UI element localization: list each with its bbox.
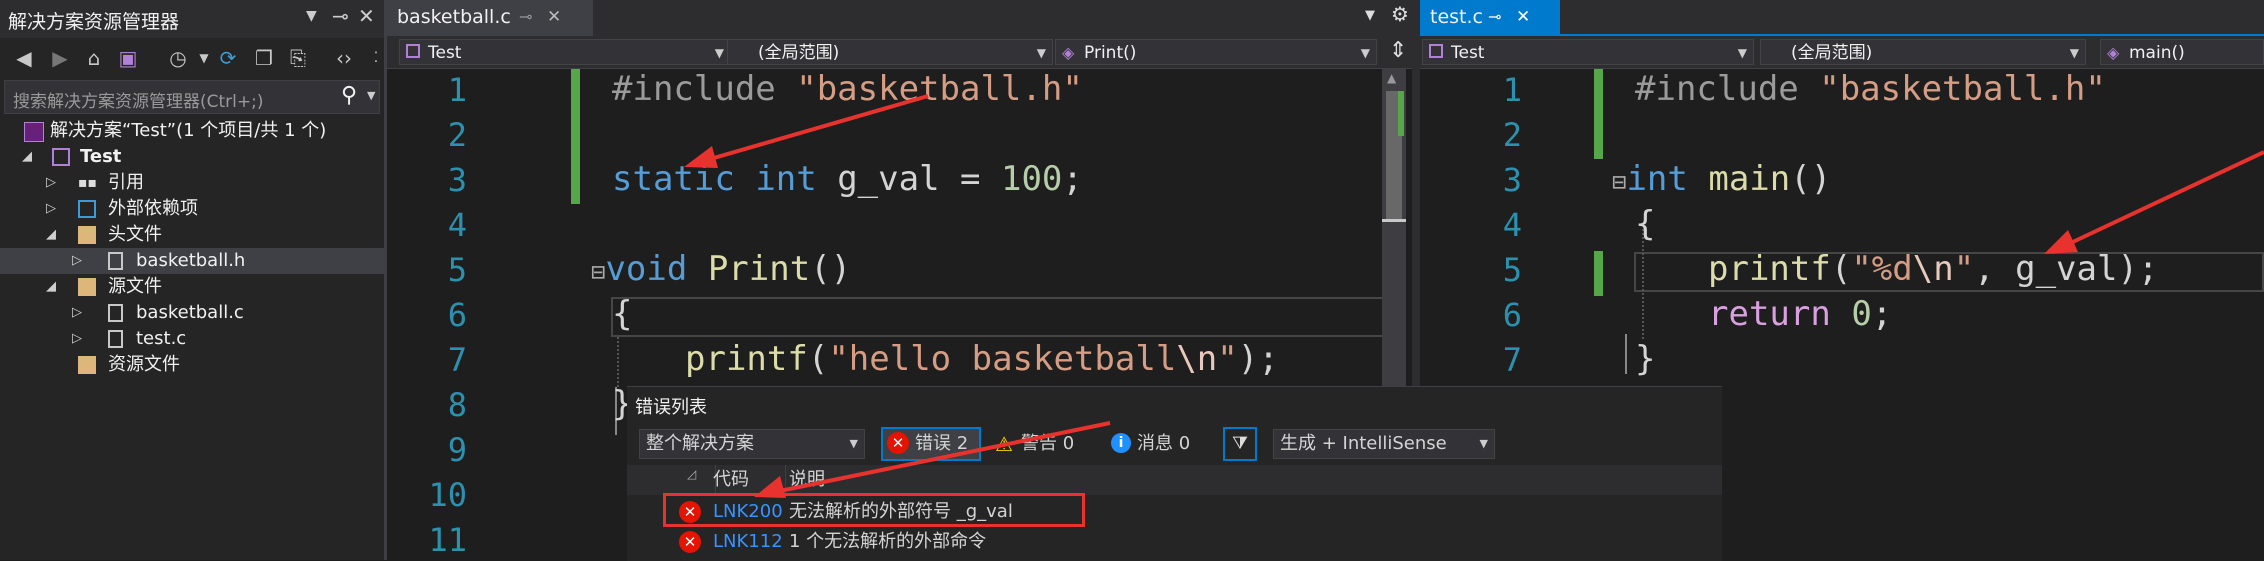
arrow-to-g-val: [2044, 150, 2264, 254]
arrow-to-static: [684, 94, 929, 168]
arrowhead: [754, 476, 786, 498]
arrow-shaft: [2059, 150, 2264, 250]
arrowhead: [2044, 230, 2078, 254]
annotation-arrows: [684, 94, 2264, 498]
arrow-to-error: [754, 421, 1111, 498]
arrow-shaft: [699, 94, 929, 164]
arrowhead: [684, 146, 718, 168]
arrow-shaft: [769, 421, 1111, 495]
